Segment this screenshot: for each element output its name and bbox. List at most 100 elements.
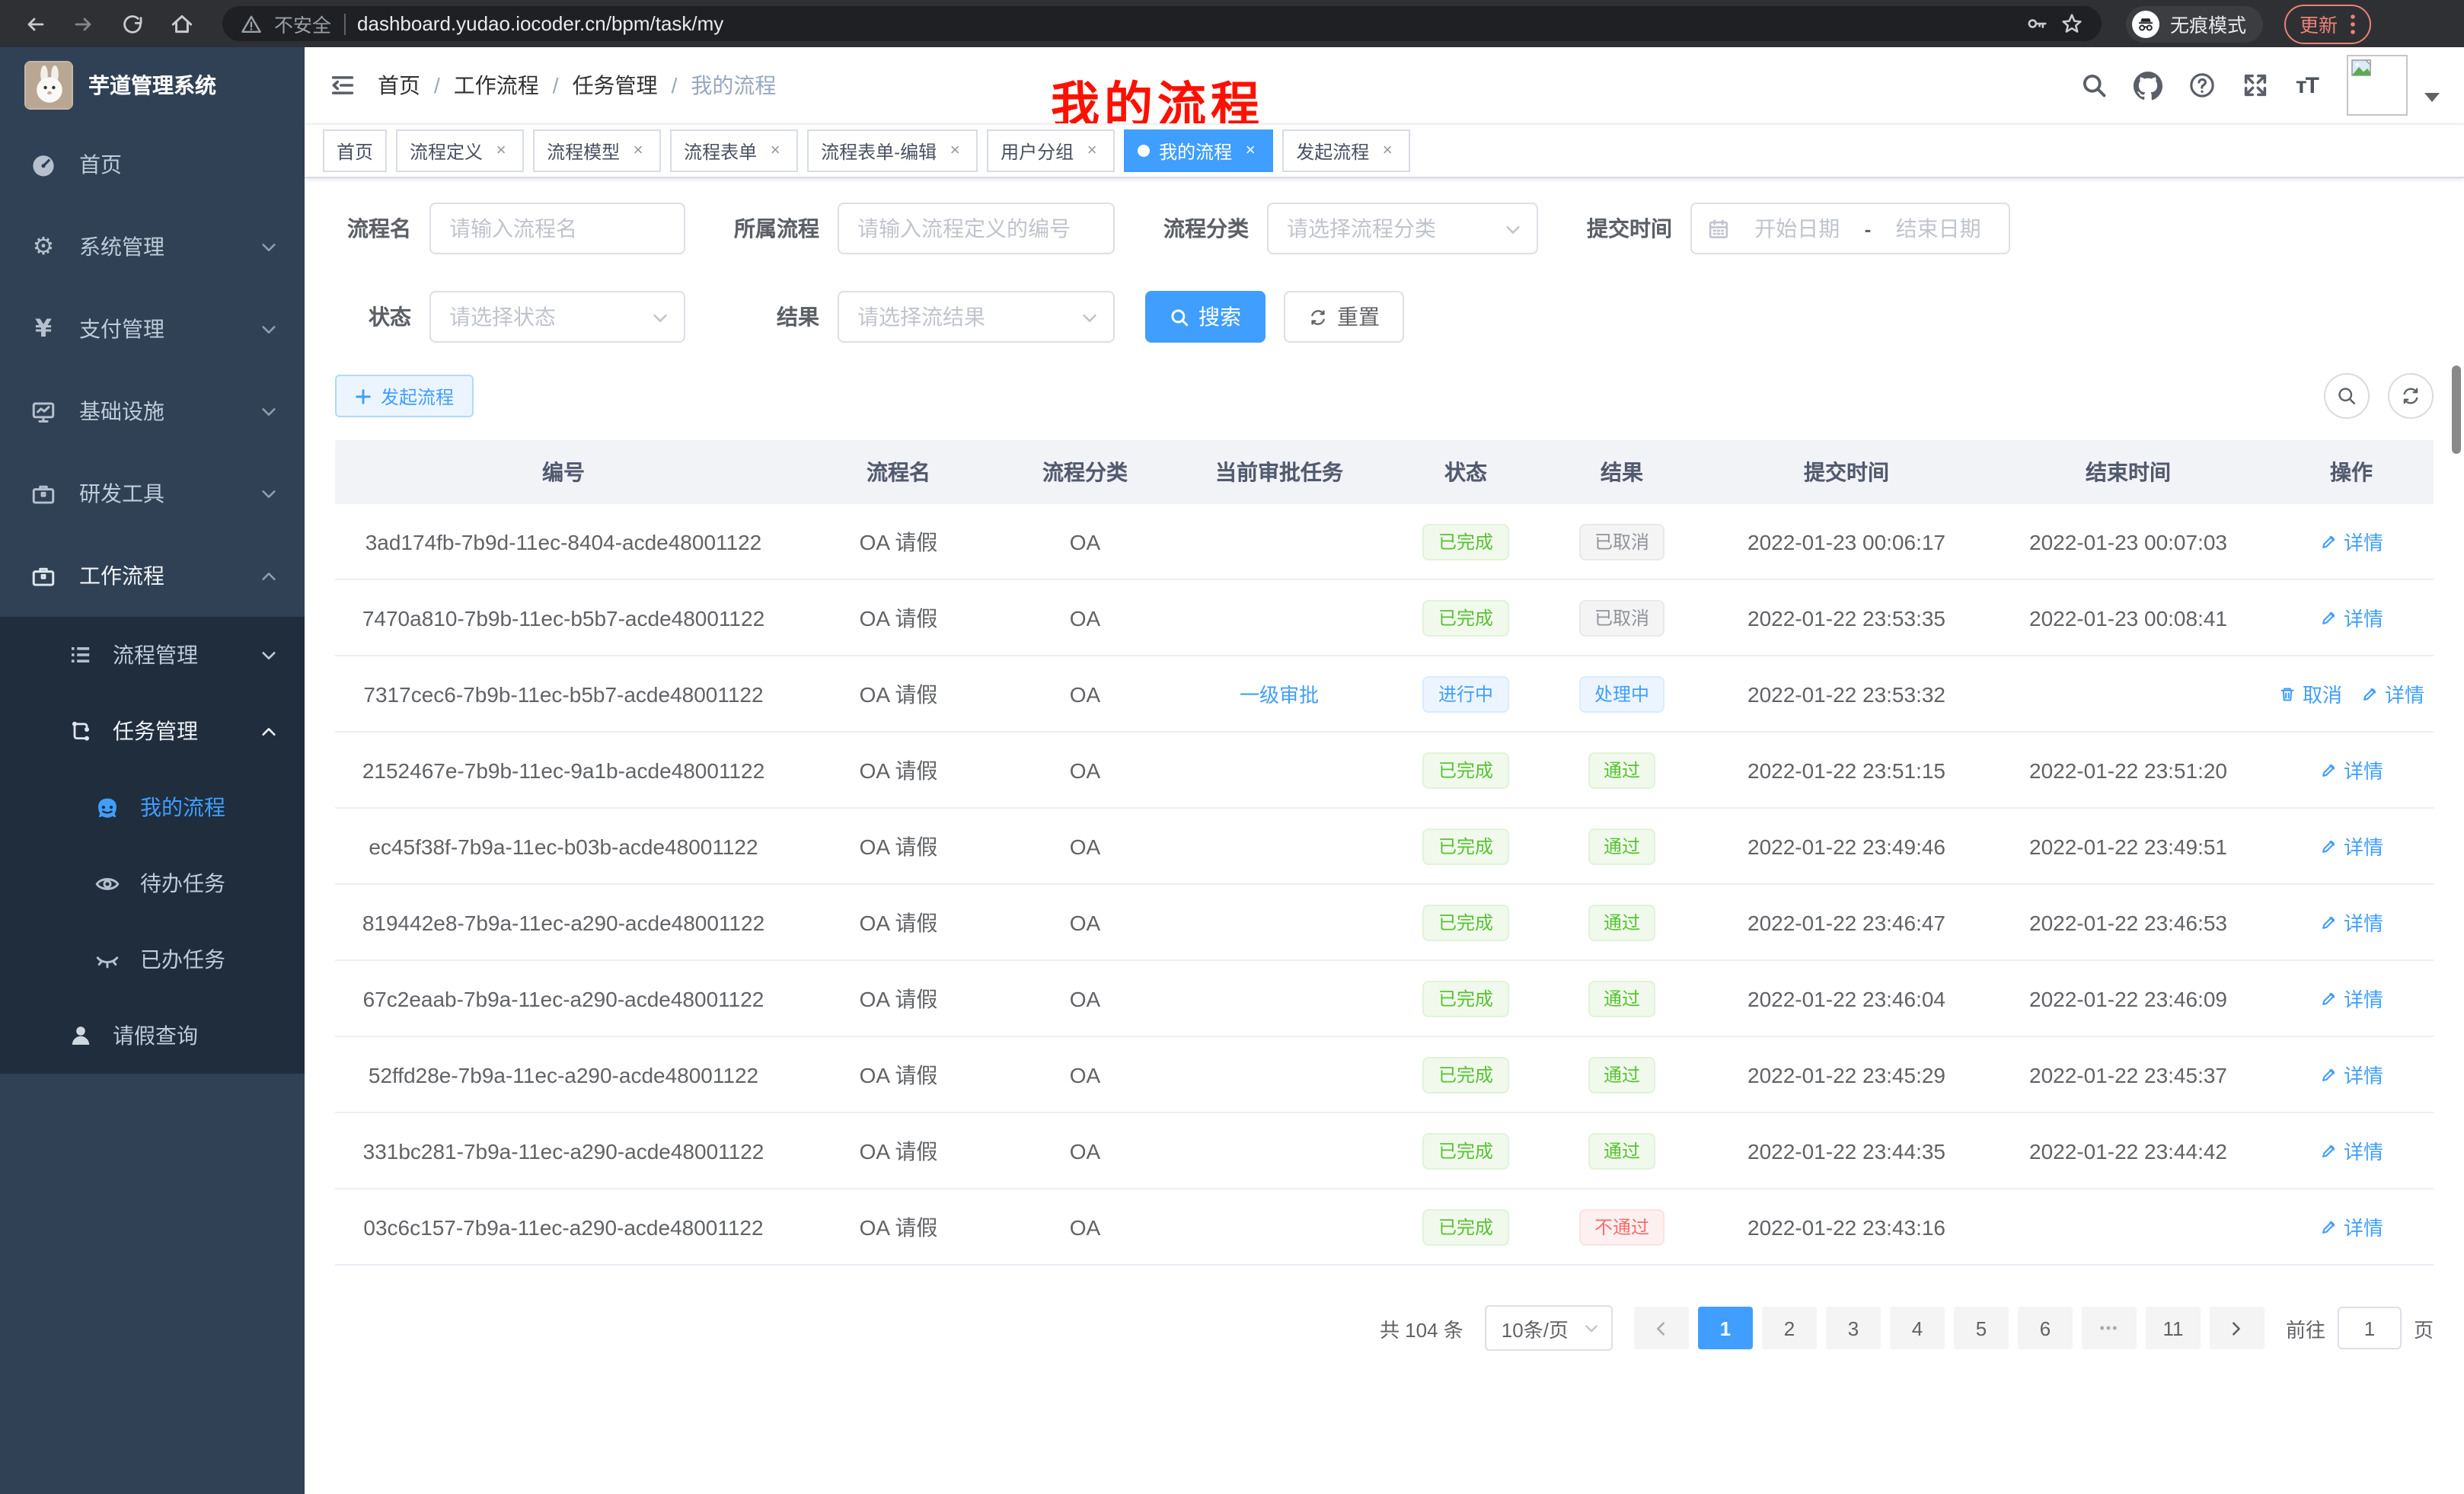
tab-process-definition[interactable]: 流程定义× xyxy=(396,129,524,172)
detail-link[interactable]: 详情 xyxy=(2319,832,2383,860)
search-button[interactable]: 搜索 xyxy=(1145,291,1266,343)
key-icon[interactable] xyxy=(2025,12,2048,35)
detail-link[interactable]: 详情 xyxy=(2319,1136,2383,1165)
dashboard-icon xyxy=(30,152,56,177)
search-icon[interactable] xyxy=(2081,72,2108,99)
table-refresh-icon[interactable] xyxy=(2388,373,2434,419)
detail-link[interactable]: 详情 xyxy=(2319,1212,2383,1241)
detail-link[interactable]: 详情 xyxy=(2360,679,2424,708)
chevron-down-icon xyxy=(260,646,277,663)
sidebar-item-task-mgmt[interactable]: 任务管理 xyxy=(0,693,305,769)
hamburger-icon[interactable] xyxy=(329,72,356,99)
tab-process-model[interactable]: 流程模型× xyxy=(533,129,661,172)
page-button[interactable]: 11 xyxy=(2146,1307,2201,1349)
result-badge: 通过 xyxy=(1588,1132,1655,1169)
cell-status: 已完成 xyxy=(1393,1113,1538,1189)
tab-my-process[interactable]: 我的流程× xyxy=(1124,129,1273,172)
help-icon[interactable] xyxy=(2189,72,2217,99)
scrollbar-thumb[interactable] xyxy=(2452,366,2461,454)
close-icon[interactable]: × xyxy=(492,142,510,160)
reset-button[interactable]: 重置 xyxy=(1284,291,1404,343)
page-button[interactable]: 2 xyxy=(1762,1307,1817,1349)
next-page-icon[interactable] xyxy=(2210,1307,2265,1349)
cell-result: 不通过 xyxy=(1538,1189,1706,1265)
page-ellipsis[interactable]: ••• xyxy=(2082,1307,2137,1349)
table-search-icon[interactable] xyxy=(2324,373,2370,419)
sidebar-item-payment[interactable]: ¥ 支付管理 xyxy=(0,288,305,370)
tab-process-form[interactable]: 流程表单× xyxy=(670,129,798,172)
bookmark-star-icon[interactable] xyxy=(2060,12,2083,35)
page-size-select[interactable]: 10条/页 xyxy=(1485,1305,1613,1351)
fullscreen-icon[interactable] xyxy=(2242,72,2270,99)
close-icon[interactable]: × xyxy=(1083,142,1101,160)
page-button[interactable]: 5 xyxy=(1954,1307,2009,1349)
sidebar-item-devtools[interactable]: 研发工具 xyxy=(0,452,305,535)
github-icon[interactable] xyxy=(2134,71,2163,100)
breadcrumb-workflow[interactable]: 工作流程 xyxy=(454,70,539,101)
back-icon[interactable] xyxy=(15,4,55,43)
page-unit: 页 xyxy=(2414,1314,2434,1342)
close-icon[interactable]: × xyxy=(1241,142,1259,160)
process-definition-input[interactable] xyxy=(838,203,1115,254)
avatar[interactable] xyxy=(2347,55,2408,116)
font-size-icon[interactable]: тT xyxy=(2296,72,2318,98)
sidebar-item-done-tasks[interactable]: 已办任务 xyxy=(0,921,305,998)
url-bar[interactable]: 不安全 dashboard.yudao.iocoder.cn/bpm/task/… xyxy=(222,6,2102,41)
sidebar-item-infra[interactable]: 基础设施 xyxy=(0,370,305,452)
page-button[interactable]: 3 xyxy=(1826,1307,1881,1349)
sidebar-item-todo-tasks[interactable]: 待办任务 xyxy=(0,845,305,921)
prev-page-icon[interactable] xyxy=(1634,1307,1689,1349)
page-button[interactable]: 6 xyxy=(2018,1307,2073,1349)
breadcrumb-home[interactable]: 首页 xyxy=(378,70,420,101)
detail-link[interactable]: 详情 xyxy=(2319,527,2383,556)
submit-time-range-picker[interactable]: 开始日期 - 结束日期 xyxy=(1690,203,2010,254)
current-task-link[interactable]: 一级审批 xyxy=(1240,679,1319,708)
process-name-input[interactable] xyxy=(429,203,685,254)
update-button[interactable]: 更新 xyxy=(2284,4,2371,43)
chevron-down-icon[interactable] xyxy=(2424,93,2440,102)
cell-actions: 取消详情 xyxy=(2269,504,2434,579)
cell-name: OA 请假 xyxy=(792,1189,1005,1265)
detail-link[interactable]: 详情 xyxy=(2319,1060,2383,1089)
reset-button-label: 重置 xyxy=(1337,302,1380,332)
detail-link[interactable]: 详情 xyxy=(2319,984,2383,1013)
cell-id: 331bc281-7b9a-11ec-a290-acde48001122 xyxy=(335,1113,792,1189)
logo-image xyxy=(24,61,73,110)
process-table: 编号 流程名 流程分类 当前审批任务 状态 结果 提交时间 结束时间 操作 3a… xyxy=(335,440,2434,1266)
cell-id: 7317cec6-7b9b-11ec-b5b7-acde48001122 xyxy=(335,656,792,732)
sidebar-item-workflow[interactable]: 工作流程 xyxy=(0,535,305,617)
tab-process-form-edit[interactable]: 流程表单-编辑× xyxy=(807,129,978,172)
category-select[interactable]: 请选择流程分类 xyxy=(1267,203,1538,254)
sidebar-item-leave-query[interactable]: 请假查询 xyxy=(0,998,305,1074)
sidebar-item-label: 基础设施 xyxy=(79,396,238,426)
close-icon[interactable]: × xyxy=(629,142,647,160)
detail-link[interactable]: 详情 xyxy=(2319,603,2383,632)
close-icon[interactable]: × xyxy=(946,142,964,160)
detail-link[interactable]: 详情 xyxy=(2319,908,2383,937)
page-button[interactable]: 4 xyxy=(1890,1307,1945,1349)
close-icon[interactable]: × xyxy=(1378,142,1396,160)
sidebar-item-my-process[interactable]: 我的流程 xyxy=(0,769,305,845)
status-select[interactable]: 请选择状态 xyxy=(429,291,685,343)
tab-start-process[interactable]: 发起流程× xyxy=(1282,129,1410,172)
result-select[interactable]: 请选择流结果 xyxy=(838,291,1115,343)
sidebar-item-process-mgmt[interactable]: 流程管理 xyxy=(0,617,305,693)
filter-label-category: 流程分类 xyxy=(1160,213,1249,244)
goto-page-input[interactable] xyxy=(2338,1307,2402,1349)
breadcrumb-task-mgmt[interactable]: 任务管理 xyxy=(573,70,658,101)
sidebar-item-system[interactable]: ⚙ 系统管理 xyxy=(0,206,305,288)
cell-actions: 取消详情 xyxy=(2269,732,2434,808)
page-button[interactable]: 1 xyxy=(1698,1307,1753,1349)
forward-icon[interactable] xyxy=(64,4,104,43)
close-icon[interactable]: × xyxy=(766,142,784,160)
menu-dots-icon[interactable] xyxy=(2350,13,2356,34)
start-process-button[interactable]: 发起流程 xyxy=(335,375,474,417)
detail-link[interactable]: 详情 xyxy=(2319,755,2383,784)
filter-label-name: 流程名 xyxy=(335,213,411,244)
sidebar-item-home[interactable]: 首页 xyxy=(0,123,305,206)
tab-home[interactable]: 首页× xyxy=(323,129,387,172)
reload-icon[interactable] xyxy=(113,4,152,43)
cancel-link[interactable]: 取消 xyxy=(2278,679,2342,708)
tab-user-group[interactable]: 用户分组× xyxy=(987,129,1115,172)
home-icon[interactable] xyxy=(161,4,201,43)
